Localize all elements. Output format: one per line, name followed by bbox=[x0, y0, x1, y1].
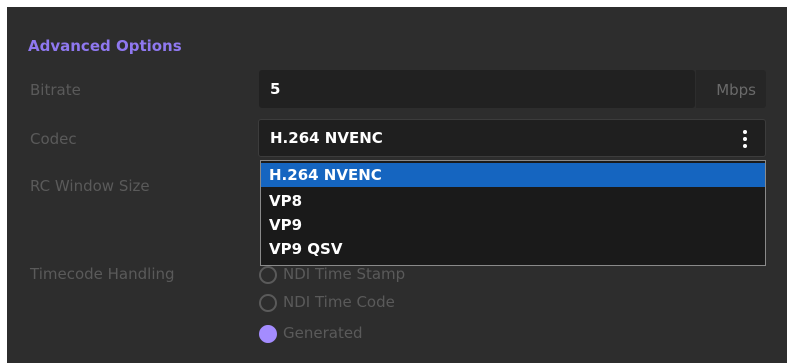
radio-button-checked[interactable] bbox=[259, 325, 277, 343]
radio-label: Generated bbox=[283, 324, 363, 342]
bitrate-input[interactable]: 5 bbox=[259, 70, 695, 108]
bitrate-label: Bitrate bbox=[30, 81, 81, 99]
timecode-handling-label: Timecode Handling bbox=[30, 265, 175, 283]
radio-label: NDI Time Code bbox=[283, 293, 395, 311]
rc-window-size-label: RC Window Size bbox=[30, 177, 150, 195]
dropdown-option-vp8[interactable]: VP8 bbox=[261, 189, 765, 213]
dropdown-option-vp9-qsv[interactable]: VP9 QSV bbox=[261, 237, 765, 261]
radio-button[interactable] bbox=[259, 266, 277, 284]
codec-select[interactable]: H.264 NVENC bbox=[258, 119, 766, 157]
bitrate-value: 5 bbox=[270, 80, 281, 98]
kebab-menu-icon[interactable] bbox=[743, 130, 747, 148]
codec-label: Codec bbox=[30, 130, 77, 148]
bitrate-units-label: Mbps bbox=[716, 81, 756, 99]
codec-selected-value: H.264 NVENC bbox=[270, 129, 383, 147]
codec-dropdown-list: H.264 NVENC VP8 VP9 VP9 QSV bbox=[260, 160, 766, 266]
section-title: Advanced Options bbox=[28, 37, 182, 55]
dropdown-option-vp9[interactable]: VP9 bbox=[261, 213, 765, 237]
bitrate-units: Mbps bbox=[696, 70, 766, 108]
dropdown-option-h264-nvenc[interactable]: H.264 NVENC bbox=[261, 163, 765, 187]
radio-label: NDI Time Stamp bbox=[283, 265, 406, 283]
radio-button[interactable] bbox=[259, 294, 277, 312]
advanced-options-panel: Advanced Options Bitrate 5 Mbps Codec H.… bbox=[7, 7, 787, 363]
